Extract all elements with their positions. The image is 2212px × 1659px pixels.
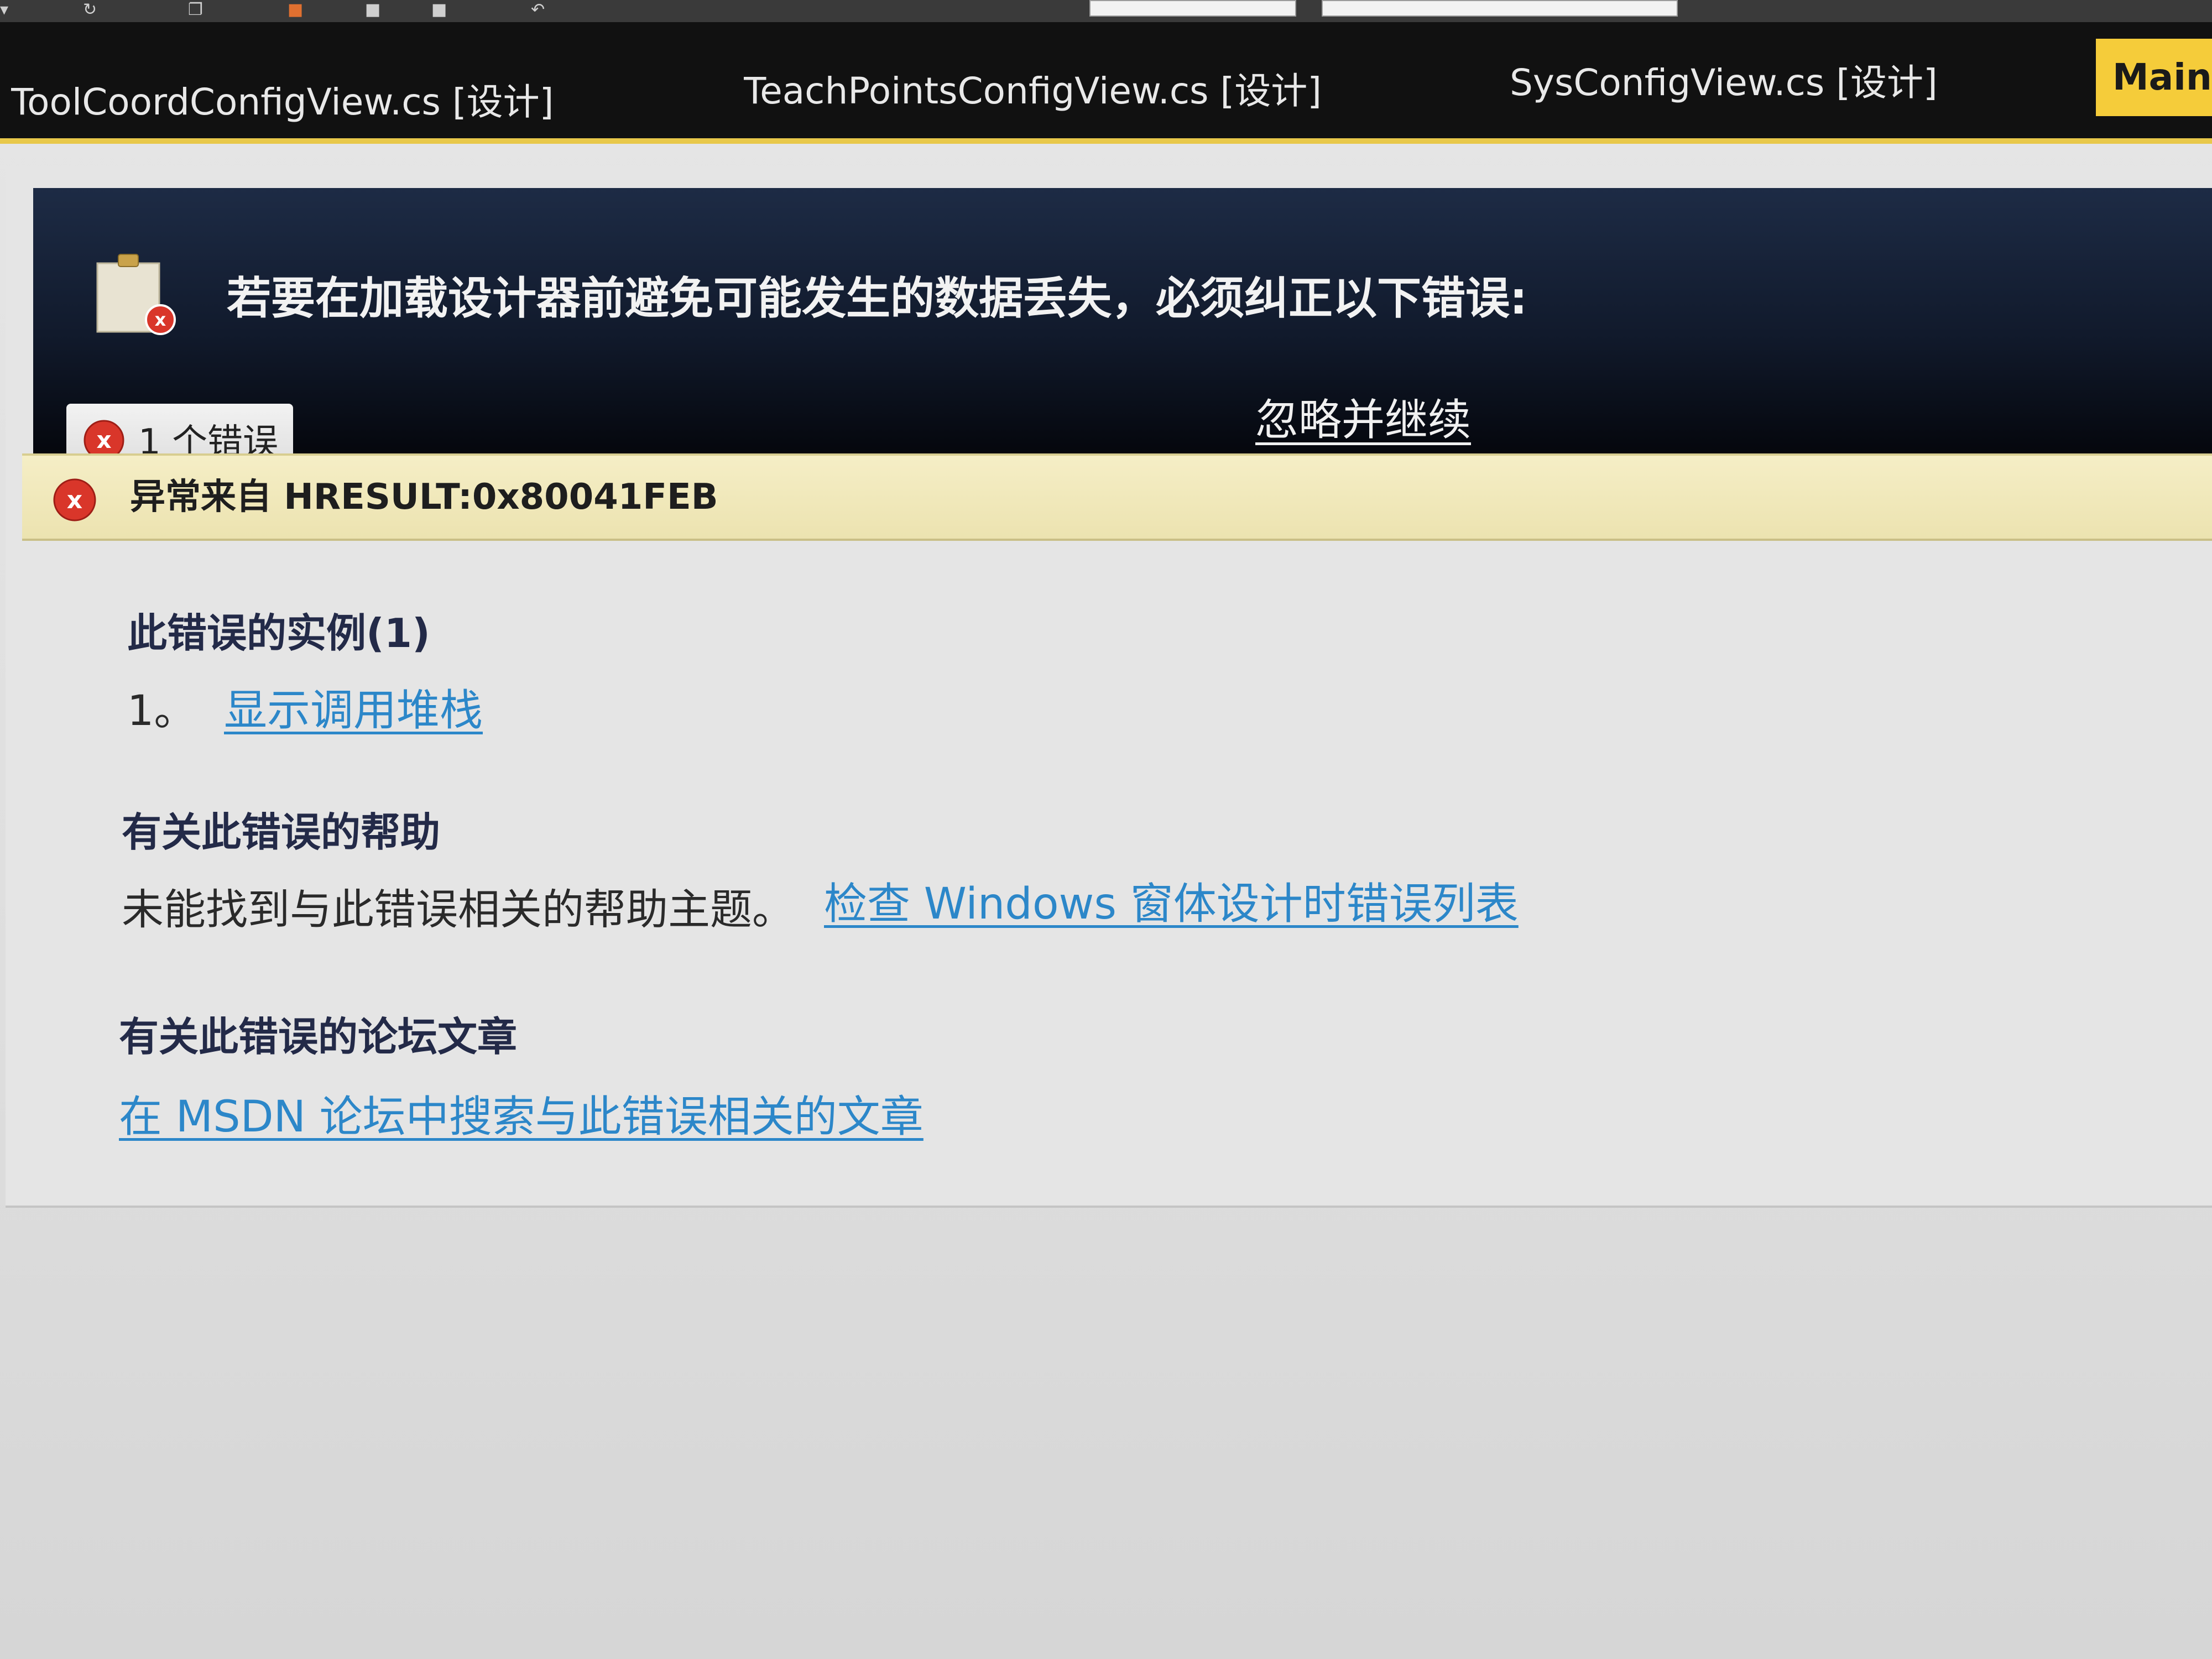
error-entry: x 异常来自 HRESULT:0x80041FEB <box>22 453 2212 541</box>
help-heading: 有关此错误的帮助 <box>122 809 441 855</box>
instance-number: 1。 <box>127 686 196 735</box>
toolbar-platform-combo[interactable] <box>1322 0 1678 17</box>
svg-text:x: x <box>96 426 111 453</box>
toolbar-config-combo[interactable] <box>1089 0 1296 17</box>
toolbar-dropdown-icon[interactable]: ▾ <box>0 0 33 20</box>
toolbar-undo-icon[interactable]: ↶ <box>531 0 564 20</box>
ignore-and-continue-link[interactable]: 忽略并继续 <box>1255 393 1471 448</box>
toolbar-save-icon[interactable]: ■ <box>365 0 398 20</box>
error-title: 异常来自 HRESULT:0x80041FEB <box>130 477 718 518</box>
document-error-icon: x <box>96 254 176 335</box>
svg-text:x: x <box>67 486 82 514</box>
banner-message: 若要在加载设计器前避免可能发生的数据丢失，必须纠正以下错误: <box>227 273 1527 324</box>
toolbar-run-icon[interactable]: ■ <box>288 0 332 20</box>
tab-mainview[interactable]: MainV <box>2096 39 2212 116</box>
toolbar-refresh-icon[interactable]: ↻ <box>83 0 122 20</box>
error-icon: x <box>53 478 96 521</box>
error-panel: x 若要在加载设计器前避免可能发生的数据丢失，必须纠正以下错误: 忽略并继续 x… <box>6 166 2212 1208</box>
error-banner: x 若要在加载设计器前避免可能发生的数据丢失，必须纠正以下错误: 忽略并继续 x… <box>33 188 2212 476</box>
svg-text:x: x <box>155 309 166 330</box>
tab-teachpointsconfigview[interactable]: TeachPointsConfigView.cs [设计] <box>744 50 1424 133</box>
tab-sysconfigview[interactable]: SysConfigView.cs [设计] <box>1510 41 2063 124</box>
toolbar: ▾ ↻ ❐ ■ ■ ■ ↶ <box>0 0 2212 22</box>
windows-forms-errors-link[interactable]: 检查 Windows 窗体设计时错误列表 <box>824 874 1519 935</box>
toolbar-save-all-icon[interactable]: ■ <box>431 0 465 20</box>
toolbar-copy-icon[interactable]: ❐ <box>188 0 221 20</box>
document-tabstrip: ToolCoordConfigView.cs [设计] TeachPointsC… <box>0 22 2212 144</box>
designer-error-screen: ▾ ↻ ❐ ■ ■ ■ ↶ ToolCoordConfigView.cs [设计… <box>0 0 2212 1659</box>
help-text: 未能找到与此错误相关的帮助主题。 <box>122 885 794 934</box>
instances-heading: 此错误的实例(1) <box>127 610 430 656</box>
msdn-forum-search-link[interactable]: 在 MSDN 论坛中搜索与此错误相关的文章 <box>119 1087 924 1147</box>
show-call-stack-link[interactable]: 显示调用堆栈 <box>224 680 483 741</box>
tab-toolcoordconfigview[interactable]: ToolCoordConfigView.cs [设计] <box>11 61 697 144</box>
forum-heading: 有关此错误的论坛文章 <box>119 1014 518 1060</box>
